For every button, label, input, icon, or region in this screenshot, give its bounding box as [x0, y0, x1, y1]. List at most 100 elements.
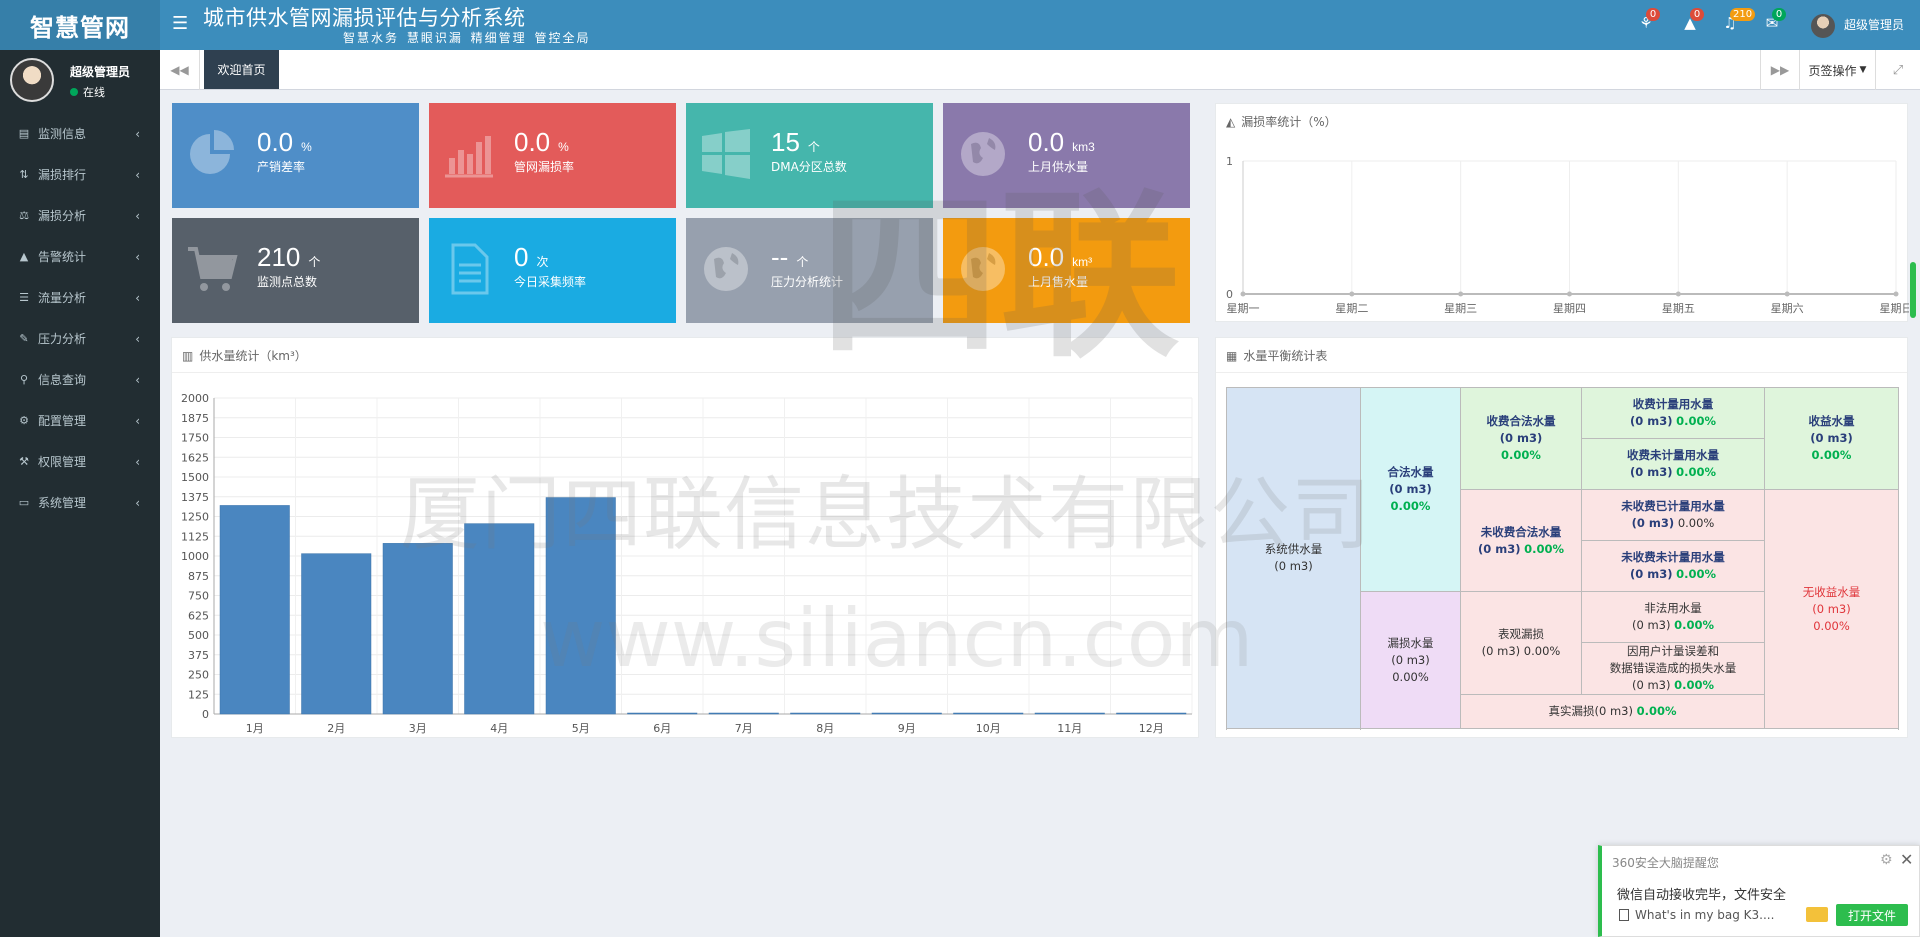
stat-label: 管网漏损率 [514, 160, 575, 174]
tab-scroll-right-icon[interactable]: ▶▶ [1760, 50, 1800, 90]
system-supply-cell: 系统供水量 (0 m3) [1226, 387, 1361, 729]
bar [545, 497, 616, 715]
bar [790, 712, 861, 715]
sidebar-username: 超级管理员 [70, 65, 131, 79]
stat-value: 0.0% [257, 127, 312, 157]
globe-icon [961, 247, 1005, 291]
sidebar-item-leak-rank[interactable]: ⇅ 漏损排行 ‹ [0, 154, 160, 195]
x-tick-label: 10月 [976, 722, 1001, 735]
chat-icon[interactable]: ⚘ 0 [1636, 8, 1660, 34]
tab-home[interactable]: 欢迎首页 [204, 50, 279, 89]
sidebar-item-label: 配置管理 [38, 414, 87, 428]
stat-value: 0.0 km3 [1028, 127, 1095, 157]
x-tick-label: 2月 [327, 722, 345, 735]
y-tick-label: 250 [188, 669, 209, 682]
y-tick-label: 1 [1226, 155, 1233, 168]
chat-badge: 0 [1646, 8, 1660, 21]
header-username[interactable]: 超级管理员 [1844, 16, 1904, 33]
x-tick-label: 星期四 [1553, 302, 1586, 315]
sidebar-menu: ▤ 监测信息 ‹ ⇅ 漏损排行 ‹ ⚖ 漏损分析 ‹ ▲ 告警统计 ‹ ☰ 流量分析 ‹ ✎ 压力分析… [0, 113, 160, 523]
sidebar-item-permission[interactable]: ⚒ 权限管理 ‹ [0, 441, 160, 482]
x-tick-label: 5月 [572, 722, 590, 735]
billed-legal-cell: 收费合法水量 (0 m3) 0.00% [1460, 387, 1582, 490]
tab-operations-dropdown[interactable]: 页签操作 ▼ [1800, 50, 1876, 90]
tab-bar: ◀◀ 欢迎首页 ▶▶ 页签操作 ▼ ⤢ [160, 50, 1920, 90]
bar [464, 523, 535, 715]
non-revenue-cell: 无收益水量 (0 m3) 0.00% [1764, 489, 1899, 729]
y-tick-label: 1500 [181, 471, 209, 484]
bar [953, 712, 1024, 715]
menu-toggle-icon[interactable]: ☰ [172, 13, 188, 34]
bar [627, 712, 698, 715]
x-tick-label: 1月 [246, 722, 264, 735]
water-balance-table: 系统供水量 (0 m3) 合法水量 (0 m3) 0.00% 收费合法水量 (0 m3)… [1226, 387, 1899, 729]
gear-icon[interactable]: ⚙ [1880, 852, 1893, 868]
online-status-label: 在线 [83, 86, 105, 99]
open-file-button[interactable]: 打开文件 [1836, 904, 1908, 926]
close-icon[interactable]: ✕ [1900, 850, 1913, 869]
alert-badge: 0 [1690, 8, 1704, 21]
sidebar-item-alarm[interactable]: ▲ 告警统计 ‹ [0, 236, 160, 277]
y-tick-label: 0 [1226, 288, 1233, 301]
sidebar-item-flow[interactable]: ☰ 流量分析 ‹ [0, 277, 160, 318]
y-tick-label: 125 [188, 688, 209, 701]
data-point [1784, 291, 1790, 297]
stat-label: 压力分析统计 [771, 275, 844, 289]
edit-icon: ✎ [19, 332, 29, 345]
x-tick-label: 8月 [816, 722, 834, 735]
notification-file[interactable]: What's in my bag K3.... [1619, 908, 1774, 922]
app-logo[interactable]: 智慧管网 [0, 0, 160, 50]
sidebar-item-pressure[interactable]: ✎ 压力分析 ‹ [0, 318, 160, 359]
stat-card-last-month-sales: 0.0 km³ 上月售水量 [943, 218, 1190, 323]
fullscreen-icon[interactable]: ⤢ [1876, 50, 1920, 90]
x-tick-label: 3月 [409, 722, 427, 735]
bar [382, 543, 453, 715]
stat-value: -- 个 [771, 242, 809, 272]
chevron-left-icon: ‹ [135, 331, 140, 346]
y-tick-label: 500 [188, 629, 209, 642]
x-tick-label: 星期一 [1227, 302, 1260, 315]
sidebar-item-leak-analysis[interactable]: ⚖ 漏损分析 ‹ [0, 195, 160, 236]
stat-value: 210 个 [257, 242, 321, 272]
stat-label: 监测点总数 [257, 275, 318, 289]
tab-scroll-left-icon[interactable]: ◀◀ [160, 50, 200, 90]
mail-icon[interactable]: ✉ 0 [1762, 8, 1786, 34]
balance-title: ▦ 水量平衡统计表 [1226, 347, 1327, 364]
y-tick-label: 375 [188, 649, 209, 662]
bell-icon[interactable]: ♫ 210 [1720, 8, 1756, 34]
sidebar-item-label: 流量分析 [38, 291, 87, 305]
divider [1216, 372, 1907, 373]
file-icon [451, 243, 489, 295]
alert-icon[interactable]: ▲ 0 [1680, 8, 1704, 34]
billed-metered-cell: 收费计量用水量 (0 m3) 0.00% [1581, 387, 1765, 439]
stat-value: 0.0% [514, 127, 569, 157]
balance-title-label: 水量平衡统计表 [1243, 349, 1328, 363]
leak-rate-chart: 星期一 星期二 星期三 星期四 星期五 星期六 星期日 0 1 [1226, 155, 1909, 315]
globe-icon [704, 247, 748, 291]
chevron-left-icon: ‹ [135, 126, 140, 141]
folder-icon[interactable] [1806, 907, 1828, 922]
x-tick-label: 12月 [1139, 722, 1164, 735]
meter-error-cell: 因用户计量误差和 数据错误造成的损失水量 (0 m3) 0.00% [1581, 642, 1765, 695]
stat-card-monitor-points: 210 个 监测点总数 [172, 218, 419, 323]
sidebar-item-config[interactable]: ⚙ 配置管理 ‹ [0, 400, 160, 441]
balance-icon: ⚖ [19, 209, 29, 222]
sidebar-item-system[interactable]: ▭ 系统管理 ‹ [0, 482, 160, 523]
search-icon: ⚲ [19, 373, 29, 386]
header-avatar[interactable] [1811, 14, 1835, 38]
y-tick-label: 875 [188, 570, 209, 583]
system-subtitle: 智慧水务 慧眼识漏 精细管理 管控全局 [343, 31, 591, 45]
real-loss-cell: 真实漏损(0 m3) 0.00% [1460, 694, 1765, 729]
chevron-left-icon: ‹ [135, 290, 140, 305]
data-point [1349, 291, 1355, 297]
stat-label: 今日采集频率 [514, 275, 587, 289]
bar [1034, 712, 1105, 715]
sidebar-item-label: 监测信息 [38, 127, 87, 141]
desktop-icon: ▭ [18, 496, 30, 509]
sidebar-item-monitor[interactable]: ▤ 监测信息 ‹ [0, 113, 160, 154]
notification-popup: 360安全大脑提醒您 ⚙ ✕ 微信自动接收完毕，文件安全 What's in m… [1598, 845, 1920, 937]
scrollbar-thumb[interactable] [1910, 262, 1916, 318]
stat-label: 产销差率 [257, 160, 306, 174]
sidebar-item-query[interactable]: ⚲ 信息查询 ‹ [0, 359, 160, 400]
bar [219, 505, 290, 715]
